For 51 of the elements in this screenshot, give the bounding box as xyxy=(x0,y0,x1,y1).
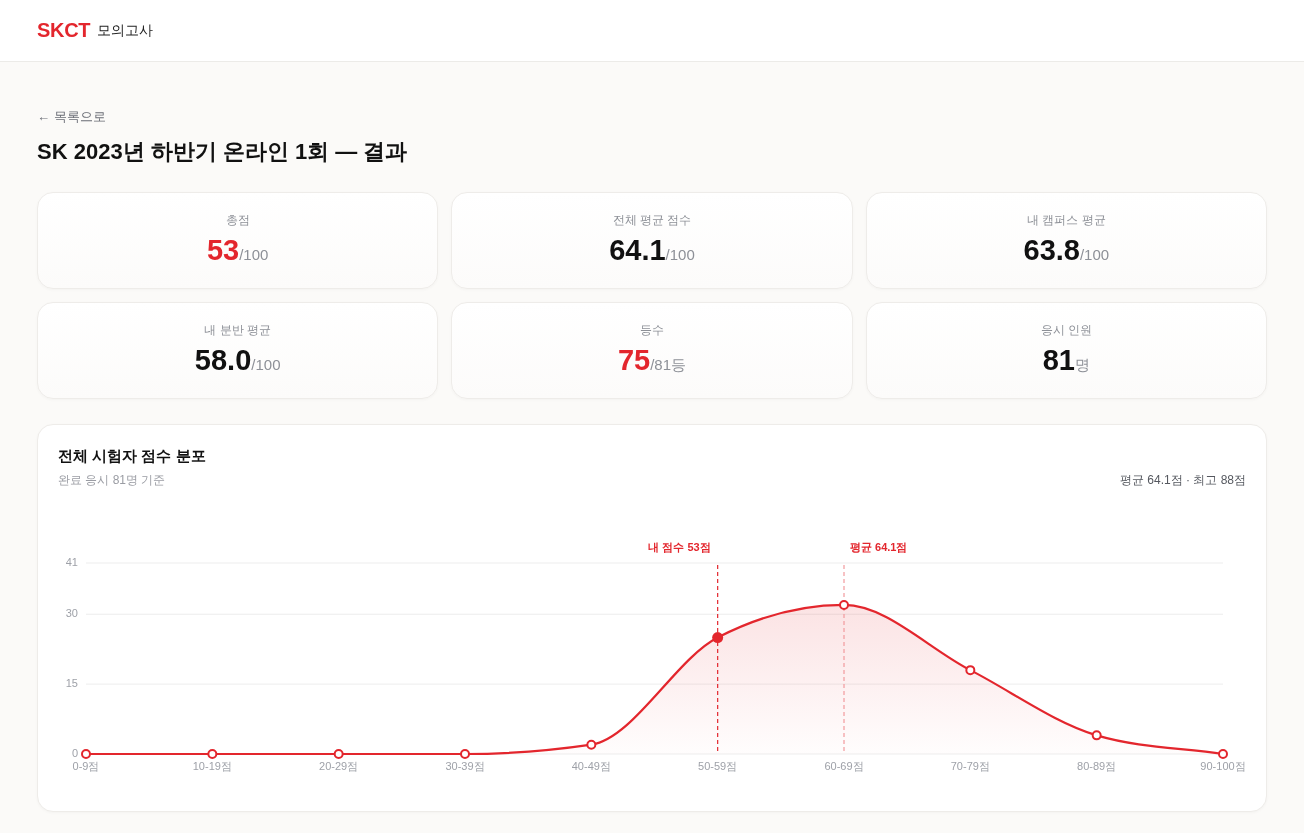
back-link[interactable]: ← 목록으로 xyxy=(37,109,106,125)
logo[interactable]: SKCT xyxy=(37,19,91,42)
stat-value: 75 xyxy=(617,343,651,378)
stat-value: 53 xyxy=(206,233,240,268)
y-axis-label: 30 xyxy=(65,607,78,620)
chart-subtitle: 완료 응시 81명 기준 xyxy=(58,472,166,488)
data-point xyxy=(839,599,849,610)
x-axis-label: 80-89점 xyxy=(1077,759,1117,772)
annotation-label: 평균 64.1점 xyxy=(850,540,908,553)
stat-unit: /81등 xyxy=(650,356,687,375)
x-axis-label: 60-69점 xyxy=(824,759,864,772)
stat-unit: /100 xyxy=(251,356,281,375)
stat-label: 등수 xyxy=(640,322,664,338)
chart-summary: 평균 64.1점 · 최고 88점 xyxy=(1119,472,1246,488)
stat-value: 81 xyxy=(1042,343,1075,378)
stat-label: 내 캠퍼스 평균 xyxy=(1027,212,1106,228)
stat-value: 58.0 xyxy=(194,343,252,378)
x-axis-label: 50-59점 xyxy=(698,759,738,772)
x-axis-label: 10-19점 xyxy=(192,759,232,772)
stat-unit: 명 xyxy=(1074,355,1090,375)
data-point xyxy=(712,632,724,644)
stat-unit: /100 xyxy=(1079,246,1110,265)
stat-label: 전체 평균 점수 xyxy=(612,212,692,228)
data-point xyxy=(1091,730,1102,741)
stat-label: 총점 xyxy=(225,212,250,228)
x-axis-label: 70-79점 xyxy=(950,759,990,772)
x-axis-label: 90-100점 xyxy=(1200,759,1246,772)
x-axis-label: 30-39점 xyxy=(445,759,485,772)
y-axis-label: 41 xyxy=(65,555,78,568)
data-point xyxy=(586,739,597,750)
x-axis-label: 0-9점 xyxy=(72,759,100,772)
y-axis-label: 15 xyxy=(65,677,78,690)
stat-unit: /100 xyxy=(665,246,695,265)
page-title: SK 2023년 하반기 온라인 1회 — 결과 xyxy=(37,138,409,166)
x-axis-label: 20-29점 xyxy=(319,759,359,772)
app-title: 모의고사 xyxy=(97,21,154,40)
stat-value: 63.8 xyxy=(1023,233,1080,268)
annotation-label: 내 점수 53점 xyxy=(648,540,711,553)
data-point xyxy=(333,749,344,759)
stat-label: 내 분반 평균 xyxy=(204,322,271,338)
data-point xyxy=(207,749,218,759)
stat-label: 응시 인원 xyxy=(1040,322,1092,338)
stat-value: 64.1 xyxy=(609,233,666,268)
data-point xyxy=(81,749,91,759)
chart-title: 전체 시험자 점수 분포 xyxy=(58,446,207,466)
data-point xyxy=(1218,749,1228,759)
stat-unit: /100 xyxy=(239,246,269,265)
y-axis-label: 0 xyxy=(71,746,78,759)
data-point xyxy=(460,749,470,759)
data-point xyxy=(965,665,976,676)
x-axis-label: 40-49점 xyxy=(571,759,611,772)
